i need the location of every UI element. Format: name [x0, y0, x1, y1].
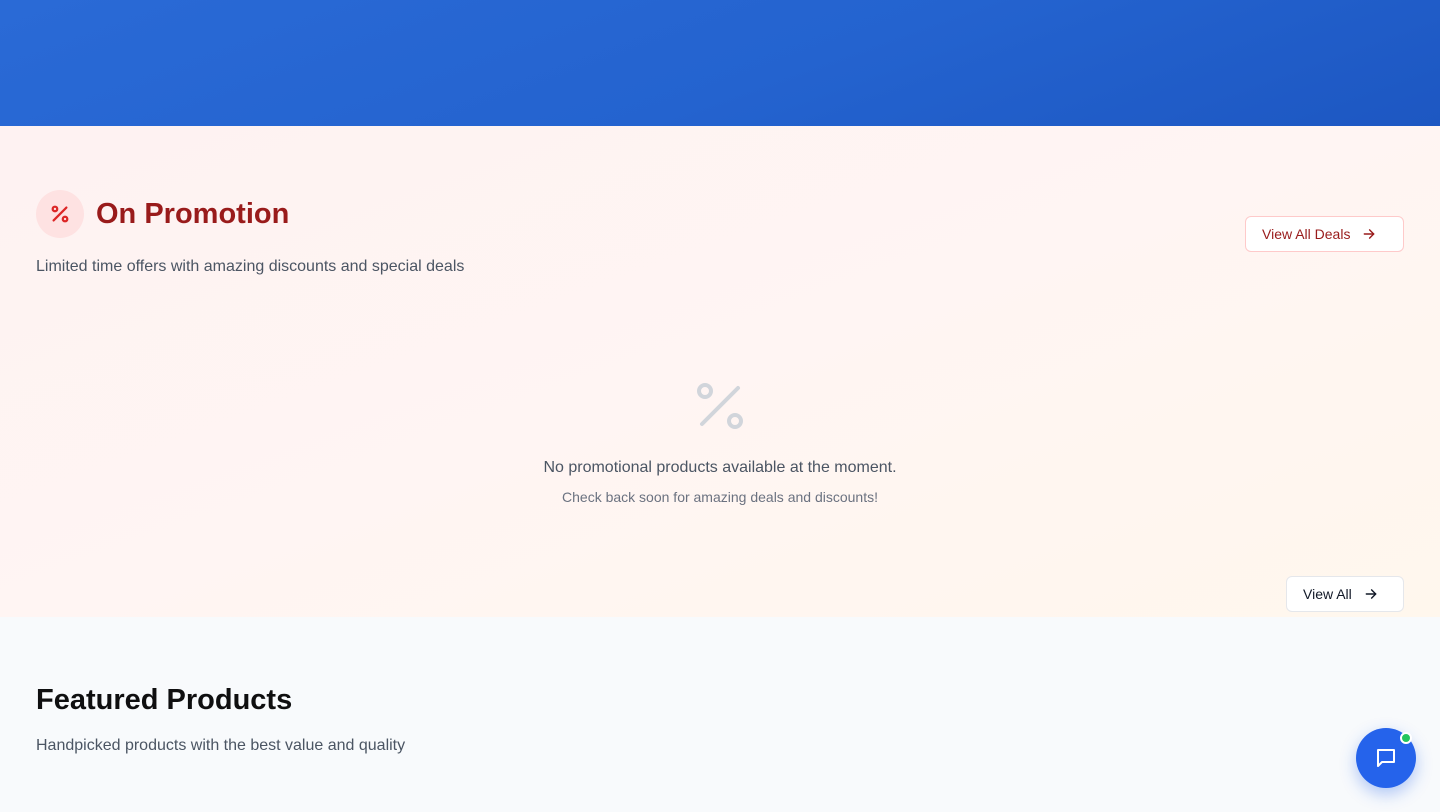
promotion-subtitle: Limited time offers with amazing discoun… — [36, 258, 465, 275]
percent-icon — [36, 190, 84, 238]
promotion-empty-state: No promotional products available at the… — [0, 380, 1440, 506]
percent-icon — [697, 383, 743, 429]
view-all-deals-label: View All Deals — [1262, 226, 1351, 242]
empty-state-title: No promotional products available at the… — [543, 459, 897, 476]
chat-bubble-icon — [1377, 749, 1395, 767]
empty-state-subtitle: Check back soon for amazing deals and di… — [562, 489, 878, 505]
featured-products-title: Featured Products — [36, 684, 293, 716]
view-all-featured-button[interactable]: View All — [1286, 576, 1404, 612]
featured-products-subtitle: Handpicked products with the best value … — [36, 737, 406, 754]
promotion-section: On Promotion Limited time offers with am… — [0, 126, 1440, 617]
view-all-featured-label: View All — [1303, 586, 1352, 602]
view-all-deals-button[interactable]: View All Deals — [1245, 216, 1404, 252]
arrow-right-icon — [1364, 587, 1378, 601]
hero-banner — [0, 0, 1440, 126]
online-status-indicator — [1400, 732, 1412, 744]
promotion-title: On Promotion — [96, 198, 290, 230]
arrow-right-icon — [1362, 227, 1376, 241]
